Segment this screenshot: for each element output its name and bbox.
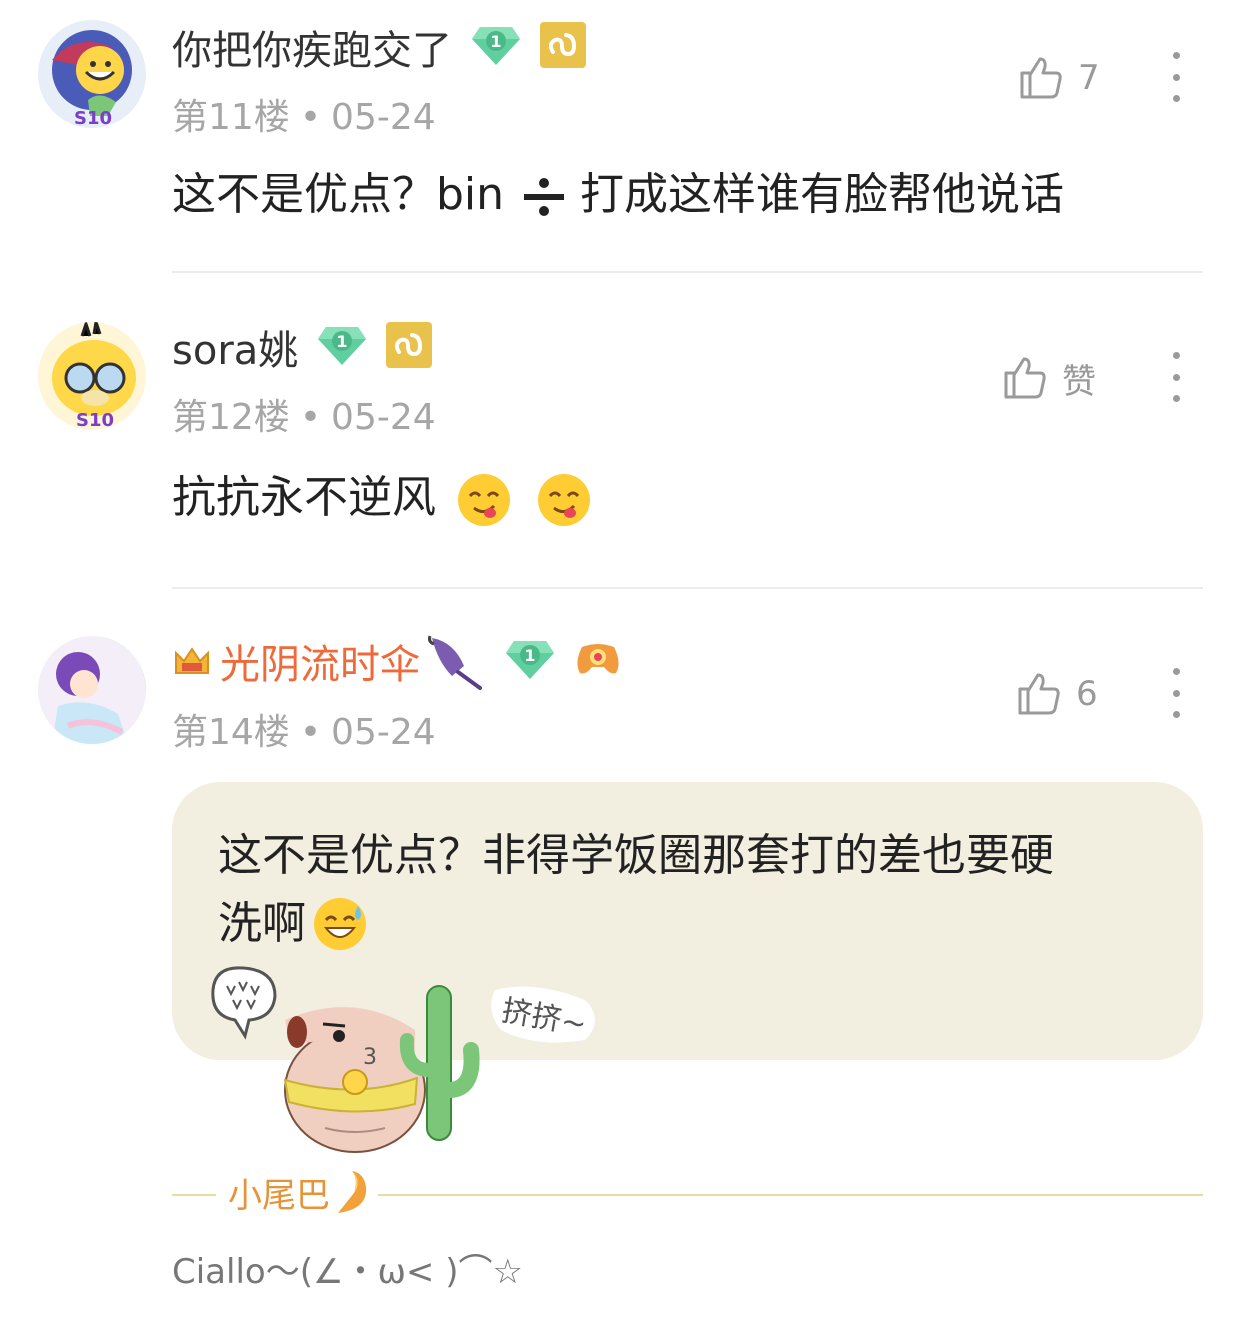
tail-label-text: 小尾巴 (228, 1176, 330, 1216)
divider (172, 271, 1203, 273)
more-dot-icon (1172, 373, 1180, 381)
cactus-sticker[interactable]: 3 挤挤~ (205, 960, 615, 1160)
more-dot-icon (1172, 95, 1180, 102)
tail-divider (378, 1194, 1203, 1196)
gamepad-icon (574, 639, 622, 683)
umbrella-icon (428, 635, 482, 690)
crown-icon (175, 647, 209, 674)
svg-text:1: 1 (337, 332, 348, 351)
svg-text:1: 1 (490, 32, 501, 51)
comment-text-line-2: 洗啊 (218, 890, 1178, 958)
separator-dot: • (299, 712, 322, 753)
more-dot-icon (1172, 395, 1180, 402)
separator-dot: • (299, 97, 322, 138)
more-options-button[interactable] (1166, 52, 1186, 102)
avatar-image (38, 636, 146, 744)
like-button[interactable]: 7 (1016, 48, 1126, 108)
yummy-emoji-icon (458, 474, 510, 526)
level-badge-icon: 1 (470, 23, 522, 71)
username[interactable]: 光阴流时伞 (220, 632, 420, 690)
separator-dot: • (299, 397, 322, 438)
yummy-emoji-icon (538, 474, 590, 526)
tail-divider (172, 1194, 216, 1196)
level-badge-icon: 1 (316, 323, 368, 371)
username[interactable]: sora姚 (172, 318, 298, 376)
floor-number: 第14楼 (172, 712, 290, 753)
like-count: 7 (1078, 58, 1100, 98)
comment-text: 这不是优点？非得学饭圈那套打的差也要硬 洗啊 (218, 822, 1178, 958)
thumbs-up-icon (1004, 357, 1046, 399)
more-dot-icon (1172, 711, 1180, 718)
svg-text:3: 3 (363, 1045, 377, 1070)
user-row: 光阴流时伞 1 (172, 635, 622, 690)
divider (172, 587, 1203, 589)
svg-text:S10: S10 (74, 108, 112, 128)
comment-text: 抗抗永不逆风 (172, 468, 592, 528)
more-dot-icon (1172, 352, 1180, 359)
thumbs-up-icon (1020, 57, 1062, 99)
avatar[interactable]: S10 (38, 322, 146, 430)
floor-number: 第11楼 (172, 97, 290, 138)
comment-text-part: 打成这样谁有脸帮他说话 (580, 169, 1065, 220)
leo-sign-icon (386, 322, 433, 372)
comment-text-part: 这不是优点？bin (172, 169, 505, 220)
avatar[interactable] (38, 636, 146, 744)
like-button[interactable]: 6 (1014, 664, 1124, 724)
like-count: 6 (1076, 674, 1098, 714)
floor-number: 第12楼 (172, 397, 290, 438)
avatar[interactable]: S10 (38, 20, 146, 128)
more-dot-icon (1172, 73, 1180, 81)
level-badge-icon: 1 (504, 637, 556, 685)
tail-label: 小尾巴 (228, 1168, 372, 1217)
sweat-smile-emoji-icon (314, 898, 366, 950)
comment-meta: 第12楼 • 05-24 (172, 388, 436, 440)
username[interactable]: 你把你疾跑交了 (172, 18, 452, 76)
more-dot-icon (1172, 689, 1180, 697)
post-date: 05-24 (331, 712, 436, 753)
tail-text: Ciallo～(∠・ω< )⌒☆ (172, 1252, 523, 1292)
like-button[interactable]: 赞 (1000, 348, 1110, 408)
comment-meta: 第11楼 • 05-24 (172, 88, 436, 140)
comment-text-part: 洗啊 (218, 898, 306, 949)
divide-icon (524, 178, 565, 216)
fox-tail-icon (338, 1170, 367, 1213)
like-label: 赞 (1062, 361, 1096, 402)
more-dot-icon (1172, 668, 1180, 675)
thumbs-up-icon (1018, 673, 1060, 715)
comment-text-part: 抗抗永不逆风 (172, 472, 436, 523)
user-row: 你把你疾跑交了 1 (172, 22, 586, 74)
more-dot-icon (1172, 52, 1180, 59)
comment-meta: 第14楼 • 05-24 (172, 703, 436, 755)
comment-text: 这不是优点？bin 打成这样谁有脸帮他说话 (172, 165, 1064, 225)
user-row: sora姚 1 (172, 322, 433, 374)
comment-text-line: 这不是优点？非得学饭圈那套打的差也要硬 (218, 830, 1054, 881)
avatar-image: S10 (38, 322, 146, 430)
avatar-image: S10 (38, 20, 146, 128)
svg-text:S10: S10 (76, 410, 114, 430)
more-options-button[interactable] (1166, 668, 1186, 718)
leo-sign-icon (540, 22, 586, 72)
post-date: 05-24 (331, 397, 436, 438)
post-date: 05-24 (331, 97, 436, 138)
more-options-button[interactable] (1166, 352, 1186, 402)
svg-text:1: 1 (524, 646, 535, 665)
